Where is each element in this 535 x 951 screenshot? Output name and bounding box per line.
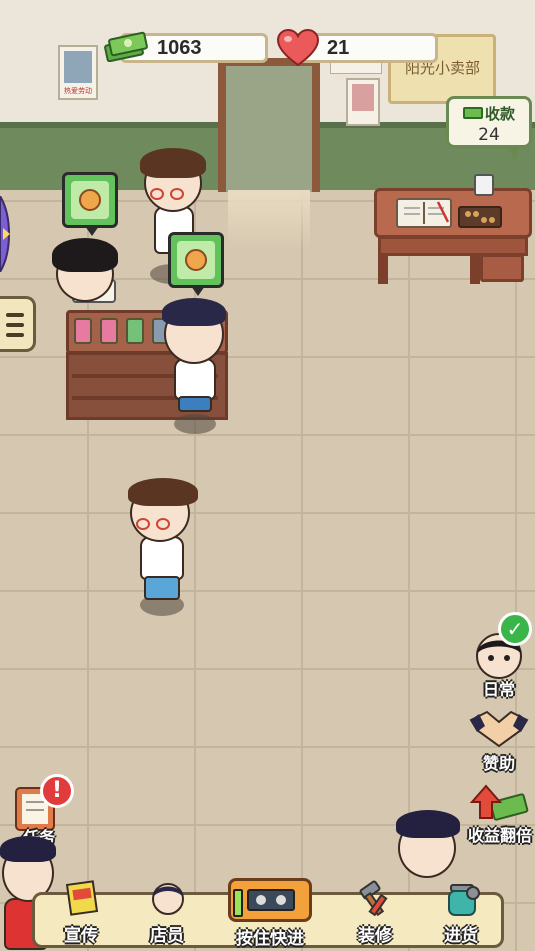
hair xyxy=(140,148,206,178)
poster-image xyxy=(64,51,92,83)
collect-value: 24 xyxy=(478,125,500,145)
daily-label: 日常 xyxy=(482,680,515,699)
body xyxy=(140,536,184,580)
wall-poster-left: 热爱劳动 xyxy=(58,45,98,100)
hair xyxy=(0,836,56,862)
side-drawer-edge[interactable] xyxy=(0,194,14,274)
goods-item xyxy=(100,318,118,344)
cashier-counter[interactable] xyxy=(374,174,532,284)
money-value: 1063 xyxy=(157,37,202,59)
sponsor-label: 赞助 xyxy=(482,754,515,773)
hair xyxy=(128,478,198,506)
cake-icon xyxy=(79,189,101,211)
legs xyxy=(178,396,212,412)
poster-image xyxy=(352,84,374,112)
cake-icon xyxy=(185,249,207,271)
double-income-button[interactable]: 收益翻倍 xyxy=(466,784,534,846)
tab-promote[interactable]: 宣传 xyxy=(35,880,127,951)
abacus-icon xyxy=(458,206,502,228)
cash-icon xyxy=(463,107,483,119)
hair xyxy=(396,810,460,838)
glasses xyxy=(156,518,170,530)
restock-label: 进货 xyxy=(444,926,478,946)
hair xyxy=(52,238,118,272)
legs xyxy=(144,576,180,600)
collect-label: 收款 xyxy=(485,105,516,123)
menu-line xyxy=(6,313,24,317)
exclamation-icon: ! xyxy=(40,774,74,808)
menu-line xyxy=(6,333,24,337)
glasses xyxy=(136,518,150,530)
cassette-icon xyxy=(228,878,312,922)
order-bubble[interactable] xyxy=(62,172,118,236)
counter-drawer xyxy=(480,254,524,282)
collect-money-bubble[interactable]: 收款 24 xyxy=(446,96,532,161)
poster-icon xyxy=(65,880,99,916)
tab-staff[interactable]: 店员 xyxy=(121,883,213,951)
bubble-inner xyxy=(177,241,215,279)
heart-icon xyxy=(276,28,320,68)
tab-restock[interactable]: 进货 xyxy=(415,884,507,951)
goods-item xyxy=(126,318,144,344)
shadow xyxy=(174,414,216,434)
hair xyxy=(162,298,226,326)
glasses xyxy=(170,188,184,200)
check-icon: ✓ xyxy=(498,612,532,646)
fast-forward-button[interactable]: 按住快进 xyxy=(226,878,314,949)
customer-girl-walking[interactable] xyxy=(124,478,208,624)
body xyxy=(174,358,216,400)
wall-poster-right xyxy=(346,78,380,126)
glasses xyxy=(150,188,164,200)
goods-item xyxy=(74,318,92,344)
sponsor-button[interactable]: 赞助 xyxy=(468,708,530,774)
hearts-value: 21 xyxy=(327,37,350,59)
menu-line xyxy=(6,323,24,327)
decorate-label: 装修 xyxy=(358,926,392,946)
shopkeeper-girl[interactable] xyxy=(50,238,122,318)
doorway-light xyxy=(228,190,310,250)
counter-leg xyxy=(470,254,480,284)
staff-label: 店员 xyxy=(150,926,184,946)
counter-front xyxy=(378,236,528,256)
order-bubble[interactable] xyxy=(168,232,224,296)
handshake-icon xyxy=(469,710,529,748)
ledger-book-icon xyxy=(396,198,452,228)
restock-jar-icon xyxy=(448,884,480,916)
hamburger-icon[interactable] xyxy=(0,296,36,352)
mug-icon xyxy=(474,174,494,196)
income-up-icon xyxy=(469,784,529,821)
bubble-inner xyxy=(71,181,109,219)
poster-caption: 热爱劳动 xyxy=(64,87,92,95)
fast-forward-label: 按住快进 xyxy=(236,929,304,949)
tab-decorate[interactable]: 装修 xyxy=(329,880,421,951)
cassette-window xyxy=(247,889,295,911)
double-income-label: 收益翻倍 xyxy=(467,826,532,845)
cash-stack-icon xyxy=(104,30,148,63)
battery-icon xyxy=(233,889,243,917)
hammer-wrench-icon xyxy=(359,880,388,917)
counter-leg xyxy=(378,254,388,284)
shop-doorway xyxy=(218,58,320,192)
promote-label: 宣传 xyxy=(64,926,98,946)
customer-boy[interactable] xyxy=(156,296,236,442)
staff-avatar-icon xyxy=(152,883,184,915)
